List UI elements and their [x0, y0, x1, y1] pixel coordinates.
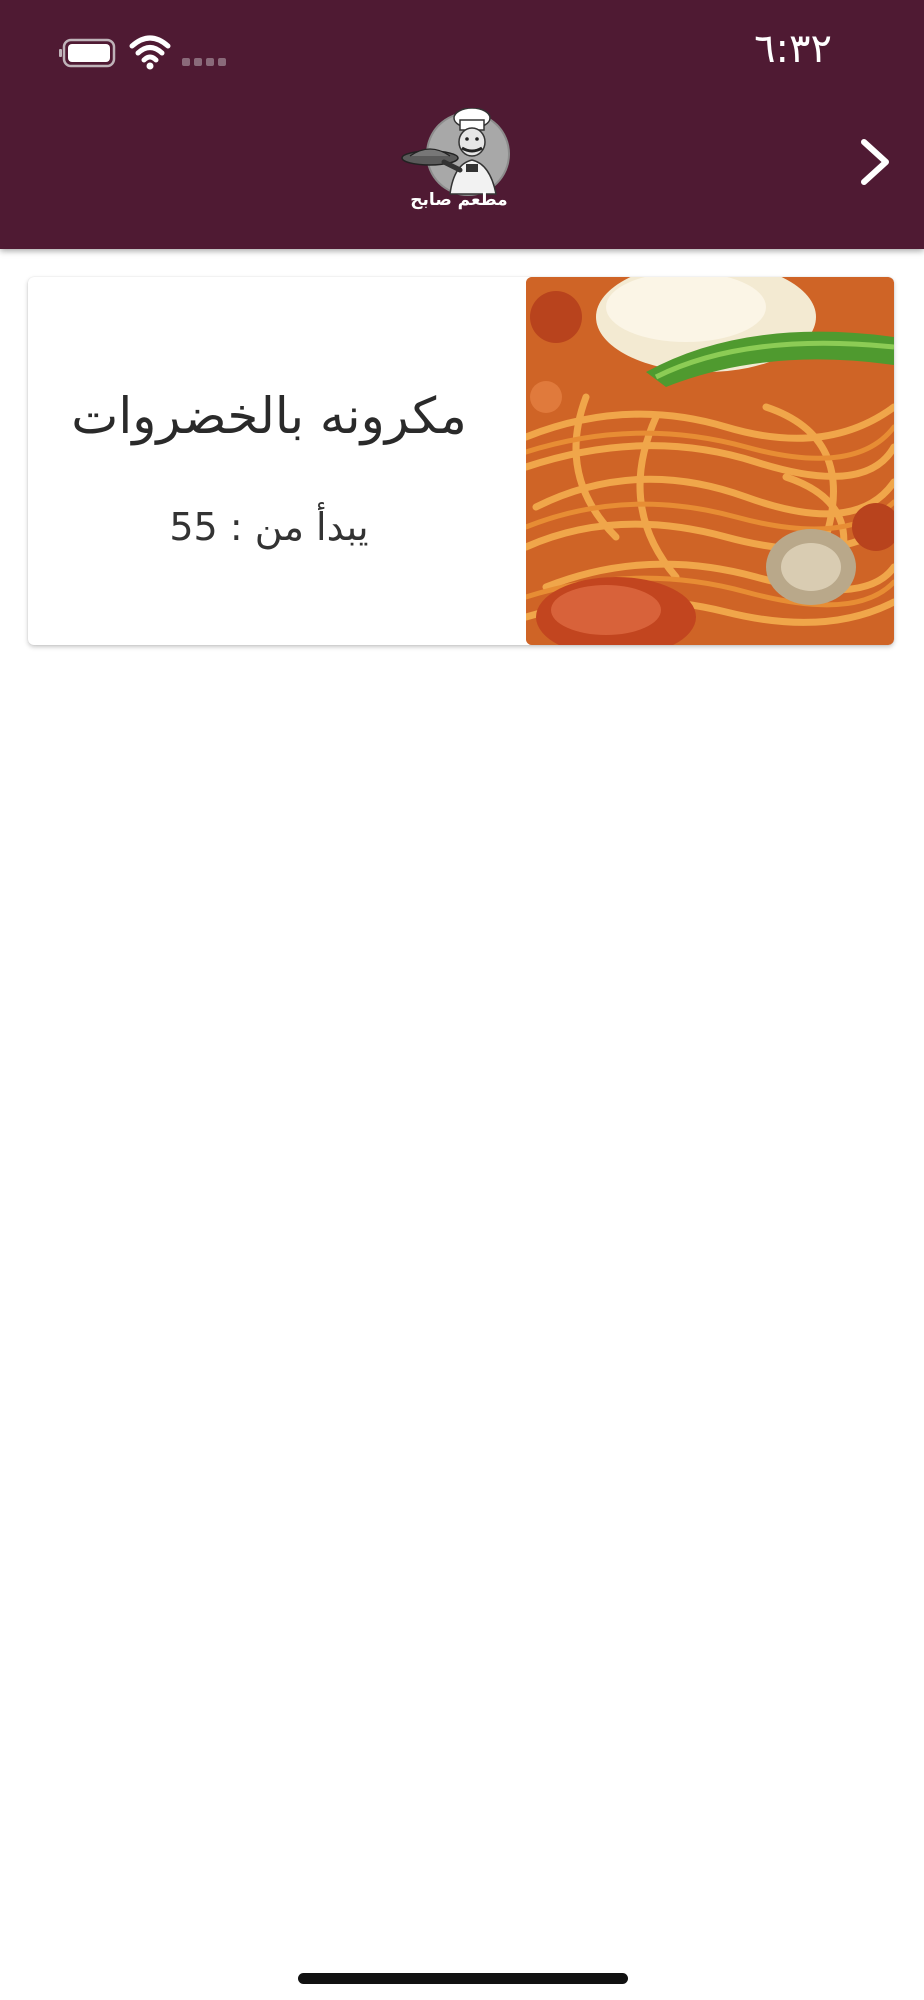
menu-item-card[interactable]: مكرونه بالخضروات يبدأ من : 55 — [28, 277, 894, 645]
battery-icon — [59, 38, 116, 68]
menu-item-name: مكرونه بالخضروات — [71, 387, 467, 445]
menu-item-price: يبدأ من : 55 — [169, 505, 369, 549]
signal-icon — [182, 58, 226, 66]
app-header: ٦:٣٢ مطعم صابح — [0, 0, 924, 249]
status-time: ٦:٣٢ — [754, 26, 832, 72]
chevron-right-icon[interactable] — [854, 136, 894, 188]
wifi-icon — [129, 35, 171, 70]
pasta-photo — [526, 277, 894, 645]
home-indicator[interactable] — [298, 1973, 628, 1984]
logo-text: مطعم صابح — [410, 190, 508, 210]
